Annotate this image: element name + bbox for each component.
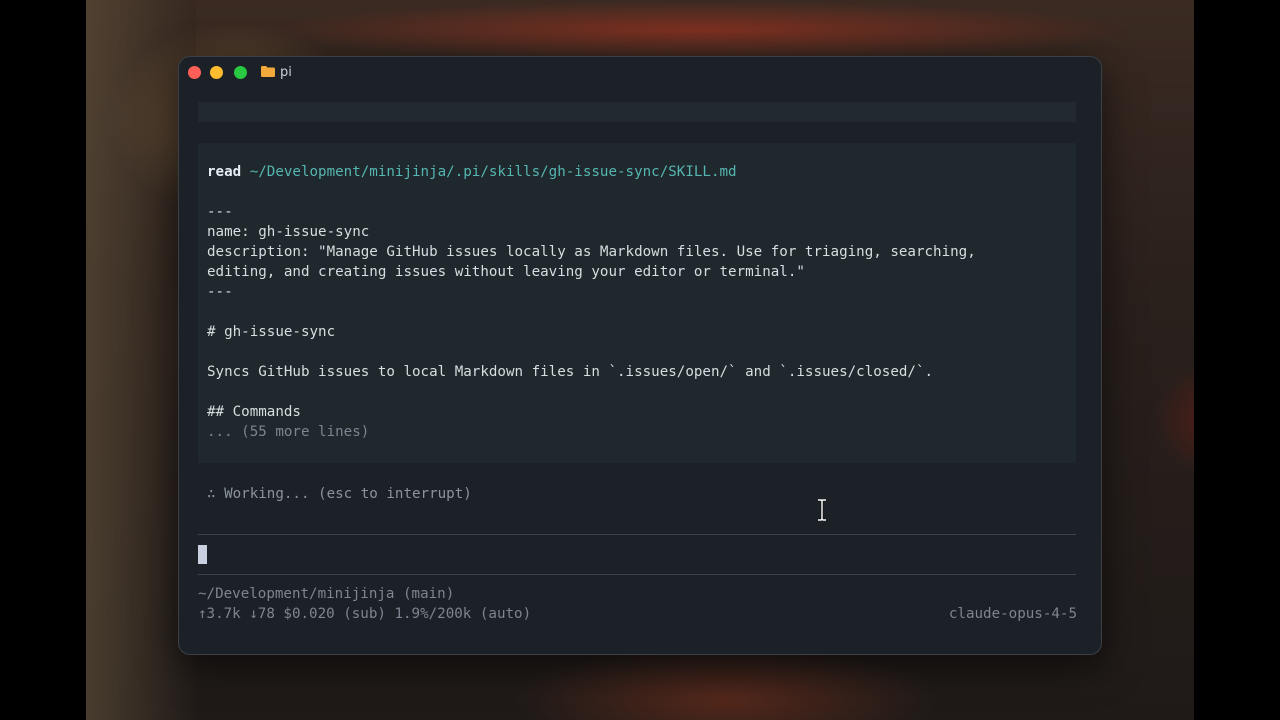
prompt-input-cursor[interactable] [198, 545, 207, 564]
folder-icon [261, 66, 275, 77]
window-title: pi [280, 65, 292, 80]
file-line: ## Commands [207, 404, 301, 420]
tool-path: ~/Development/minijinja/.pi/skills/gh-is… [249, 164, 737, 180]
file-line: Syncs GitHub issues to local Markdown fi… [207, 364, 934, 380]
close-button[interactable] [188, 66, 201, 79]
zoom-button[interactable] [234, 66, 247, 79]
input-bottom-divider [198, 574, 1076, 575]
minimize-button[interactable] [210, 66, 223, 79]
footer-model: claude-opus-4-5 [948, 606, 1077, 622]
input-top-divider [198, 534, 1076, 535]
working-status: ∴ Working... (esc to interrupt) [207, 486, 472, 502]
titlebar: pi [179, 57, 1101, 89]
tool-header: read ~/Development/minijinja/.pi/skills/… [207, 164, 737, 180]
footer-stats: ↑3.7k ↓78 $0.020 (sub) 1.9%/200k (auto) [198, 606, 532, 622]
previous-output-bar [198, 102, 1076, 122]
truncation-note: ... (55 more lines) [207, 424, 370, 440]
file-line: --- [207, 284, 233, 300]
tool-command: read [207, 164, 242, 180]
file-line: # gh-issue-sync [207, 324, 336, 340]
tool-output-block: read ~/Development/minijinja/.pi/skills/… [198, 143, 1076, 463]
file-line: editing, and creating issues without lea… [207, 264, 805, 280]
neon-glow [260, 0, 1140, 60]
file-line: --- [207, 204, 233, 220]
file-line: name: gh-issue-sync [207, 224, 370, 240]
file-line: description: "Manage GitHub issues local… [207, 244, 976, 260]
text-cursor-icon [818, 499, 826, 521]
footer-cwd: ~/Development/minijinja (main) [198, 586, 455, 602]
terminal-window: pi read ~/Development/minijinja/.pi/skil… [178, 56, 1102, 655]
